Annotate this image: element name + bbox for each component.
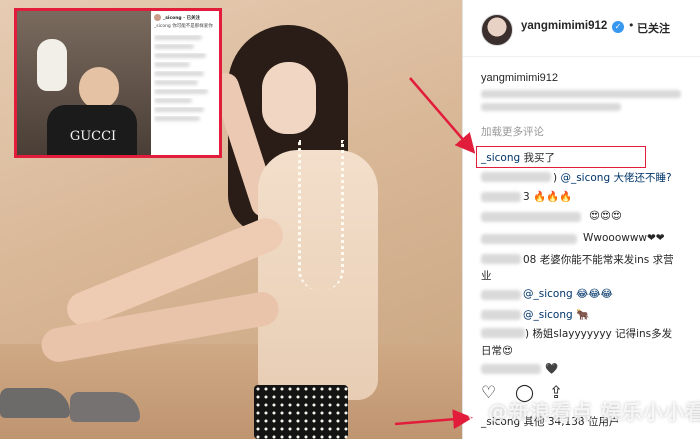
blurred-username <box>481 290 521 300</box>
blurred-row <box>154 107 204 112</box>
inset-avatar <box>154 14 161 21</box>
load-more-comments-link[interactable]: 加载更多评论 <box>481 124 544 139</box>
pearl-clutch-bag <box>254 385 348 439</box>
highlight-box <box>476 146 646 168</box>
shirt-brand-text: GUCCI <box>69 129 117 144</box>
blurred-row <box>154 53 206 58</box>
inset-comment-row: _sicong 你可能不是那样爱你 <box>154 24 213 29</box>
blurred-caption <box>481 103 621 111</box>
blurred-username <box>481 364 541 374</box>
blurred-username <box>481 234 577 244</box>
follow-status-button[interactable]: 已关注 <box>637 20 670 36</box>
blurred-row <box>154 98 192 103</box>
blurred-row <box>154 80 198 85</box>
comment-text: @_sicong 大佬还不睡? <box>560 172 672 184</box>
inset-header: _sicong · 已关注 <box>154 14 216 23</box>
instagram-post-panel: yangmimimi912 ✓ • 已关注 yangmimimi912 加载更多… <box>462 0 700 439</box>
post-header: yangmimimi912 ✓ • 已关注 <box>463 0 700 57</box>
crystal-heel-right <box>70 392 140 422</box>
comment-item: @_sicong 🐂 <box>523 309 590 321</box>
blurred-username <box>481 172 551 182</box>
comment-item: 🖤 <box>545 363 559 375</box>
blurred-row <box>154 116 200 121</box>
blurred-username <box>481 192 521 202</box>
blurred-row <box>154 71 204 76</box>
blurred-username <box>481 254 521 264</box>
blurred-row <box>154 44 194 49</box>
comment-item: Wwooowww❤❤ <box>583 232 665 244</box>
crystal-heel-left <box>0 388 70 418</box>
comment-prefix: ) <box>553 172 558 184</box>
inset-photo: GUCCI <box>17 11 151 155</box>
header-separator: • <box>628 19 635 32</box>
blurred-caption <box>481 90 681 98</box>
user-avatar[interactable] <box>481 14 513 46</box>
parrot <box>37 39 67 91</box>
comment-item: 3 🔥🔥🔥 <box>523 191 573 203</box>
model-face <box>262 62 316 134</box>
caption-username[interactable]: yangmimimi912 <box>481 72 558 84</box>
comment-item: @_sicong 😂😂😂 <box>523 288 613 300</box>
watermark-text: @新浪看点 娱乐小小看 <box>488 400 700 424</box>
blurred-row <box>154 35 202 40</box>
comment-item: 😍😍😍 <box>589 210 622 222</box>
comment-continuation: 业 <box>481 270 492 282</box>
inset-screenshot: GUCCI _sicong · 已关注 _sicong 你可能不是那样爱你 <box>14 8 222 158</box>
pearl-necklace <box>298 140 344 290</box>
blurred-username <box>481 328 525 338</box>
blurred-row <box>154 89 208 94</box>
verified-badge-icon: ✓ <box>612 21 624 33</box>
comment-item: ) 杨姐slayyyyyyy 记得ins多发 <box>525 328 673 340</box>
blurred-username <box>481 212 581 222</box>
blurred-username <box>481 310 521 320</box>
comment-item: 08 老婆你能不能常来发ins 求营 <box>523 254 674 266</box>
watermark-logo-icon <box>468 402 490 424</box>
inset-comment-panel: _sicong · 已关注 _sicong 你可能不是那样爱你 <box>151 11 219 155</box>
inset-person-head <box>79 67 119 109</box>
comment-continuation: 日常😍 <box>481 345 513 357</box>
blurred-row <box>154 62 190 67</box>
comment-item: ) @_sicong 大佬还不睡? <box>553 170 672 185</box>
post-username[interactable]: yangmimimi912 <box>521 20 607 32</box>
